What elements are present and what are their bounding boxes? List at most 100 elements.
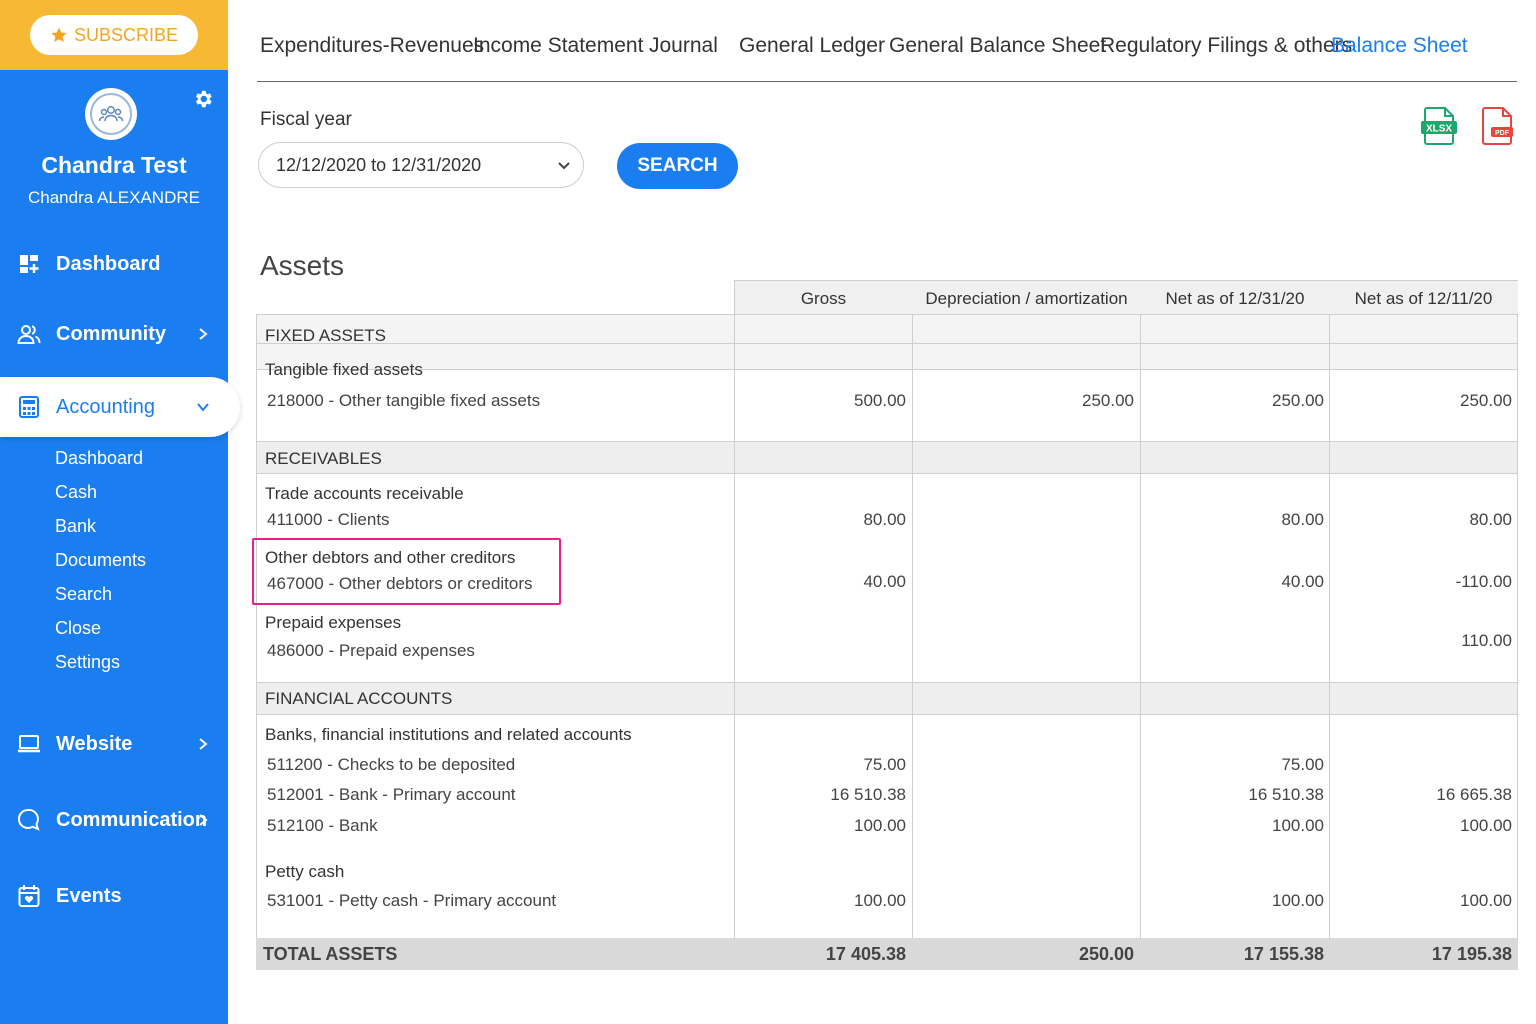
accounting-sub-close[interactable]: Close [55, 618, 101, 639]
amount-gross: 75.00 [863, 755, 906, 774]
grid-line [1329, 280, 1330, 970]
amount-net-1231: 250.00 [1272, 391, 1324, 410]
amount-gross: 40.00 [863, 572, 906, 591]
nav-dashboard[interactable]: Dashboard [0, 234, 228, 294]
dashboard-icon [17, 252, 41, 276]
amount-depreciation: 250.00 [1082, 391, 1134, 410]
nav-community-label: Community [56, 322, 166, 345]
nav-accounting[interactable]: Accounting [0, 377, 240, 437]
group-prepaid-expenses: Prepaid expenses [265, 613, 402, 632]
section-fixed-assets: FIXED ASSETS [265, 326, 386, 345]
tab-expenditures-revenues[interactable]: Expenditures-Revenues [260, 34, 484, 58]
tab-income-statement[interactable]: Income Statement [473, 34, 643, 58]
group-banks: Banks, financial institutions and relate… [265, 725, 632, 744]
nav-events-label: Events [56, 884, 122, 907]
section-receivables: RECEIVABLES [265, 449, 382, 468]
amount-gross: 500.00 [854, 391, 906, 410]
tab-regulatory-filings[interactable]: Regulatory Filings & others [1100, 34, 1352, 58]
laptop-icon [17, 732, 41, 756]
account-512001[interactable]: 512001 - Bank - Primary account [267, 785, 516, 805]
col-header-net-1231: Net as of 12/31/20 [1165, 289, 1305, 308]
grid-line [912, 280, 913, 970]
fiscal-year-select[interactable]: 12/12/2020 to 12/31/2020 [258, 142, 584, 188]
group-tangible-fixed-assets: Tangible fixed assets [265, 360, 423, 379]
profile-name: Chandra Test [41, 152, 187, 178]
profile-panel: Chandra Test Chandra ALEXANDRE [0, 70, 228, 234]
amount-net-1211: 16 665.38 [1436, 785, 1512, 804]
group-icon [98, 106, 124, 122]
amount-gross: 80.00 [863, 510, 906, 529]
accounting-sub-settings[interactable]: Settings [55, 652, 120, 673]
amount-net-1211: 110.00 [1461, 631, 1512, 650]
chevron-right-icon [199, 738, 208, 750]
tab-journal[interactable]: Journal [649, 34, 718, 58]
chevron-down-icon [197, 403, 209, 412]
accounting-sub-search[interactable]: Search [55, 584, 112, 605]
nav-website-label: Website [56, 732, 133, 755]
total-net-1211: 17 195.38 [1431, 944, 1512, 964]
fiscal-year-value: 12/12/2020 to 12/31/2020 [276, 154, 482, 175]
col-header-depreciation: Depreciation / amortization [925, 289, 1128, 308]
xlsx-export-icon[interactable]: XLSX [1421, 106, 1457, 148]
amount-net-1211: 100.00 [1460, 816, 1512, 835]
amount-net-1211: 250.00 [1460, 391, 1512, 410]
calendar-heart-icon [17, 884, 41, 908]
tab-balance-sheet[interactable]: Balance Sheet [1331, 34, 1468, 58]
total-assets-label: TOTAL ASSETS [263, 944, 398, 964]
avatar[interactable] [85, 88, 137, 140]
tab-general-balance-sheet[interactable]: General Balance Sheet [889, 34, 1106, 58]
amount-gross: 100.00 [854, 891, 906, 910]
amount-net-1231: 16 510.38 [1248, 785, 1324, 804]
amount-net-1231: 100.00 [1272, 891, 1324, 910]
chat-icon [17, 808, 41, 832]
nav-events[interactable]: Events [0, 866, 228, 926]
amount-net-1231: 100.00 [1272, 816, 1324, 835]
accounting-sub-bank[interactable]: Bank [55, 516, 96, 537]
nav-communication-label: Communication [56, 808, 208, 831]
sidebar: SUBSCRIBE Chandra Test Chandra ALEXANDRE [0, 0, 240, 1024]
nav-community[interactable]: Community [0, 304, 228, 364]
nav-communication[interactable]: Communication [0, 790, 228, 850]
grid-line [1517, 280, 1518, 970]
tab-general-ledger[interactable]: General Ledger [739, 34, 885, 58]
subscribe-button[interactable]: SUBSCRIBE [29, 15, 199, 55]
group-petty-cash: Petty cash [265, 862, 345, 881]
account-218000[interactable]: 218000 - Other tangible fixed assets [267, 391, 540, 411]
account-486000[interactable]: 486000 - Prepaid expenses [267, 641, 475, 661]
nav-website[interactable]: Website [0, 714, 228, 774]
total-depreciation: 250.00 [1078, 944, 1134, 964]
pdf-export-icon[interactable]: PDF [1479, 106, 1515, 148]
amount-net-1211: -110.00 [1455, 572, 1512, 591]
subscribe-bar: SUBSCRIBE [0, 0, 228, 70]
users-icon [17, 322, 41, 346]
calculator-icon [17, 395, 41, 419]
profile-subtitle: Chandra ALEXANDRE [28, 188, 200, 207]
account-511200[interactable]: 511200 - Checks to be deposited [267, 755, 515, 775]
chevron-down-icon [558, 162, 570, 170]
search-button[interactable]: SEARCH [617, 143, 738, 189]
grid-line [1140, 280, 1141, 970]
nav-dashboard-label: Dashboard [56, 252, 161, 275]
col-header-net-1211: Net as of 12/11/20 [1354, 289, 1493, 308]
star-icon [51, 27, 67, 43]
accounting-sub-documents[interactable]: Documents [55, 550, 146, 571]
account-512100[interactable]: 512100 - Bank [267, 816, 378, 836]
gear-icon[interactable] [192, 88, 214, 110]
accounting-sub-dashboard[interactable]: Dashboard [55, 448, 143, 469]
subscribe-label: SUBSCRIBE [73, 24, 179, 45]
chevron-right-icon [199, 814, 208, 826]
section-financial-accounts: FINANCIAL ACCOUNTS [265, 689, 453, 708]
amount-net-1211: 80.00 [1469, 510, 1512, 529]
amount-net-1231: 40.00 [1281, 572, 1324, 591]
grid-line [256, 314, 257, 970]
amount-net-1231: 75.00 [1281, 755, 1324, 774]
assets-title: Assets [260, 250, 345, 281]
accounting-sub-cash[interactable]: Cash [55, 482, 97, 503]
total-net-1231: 17 155.38 [1243, 944, 1324, 964]
amount-gross: 16 510.38 [830, 785, 906, 804]
total-assets-row: TOTAL ASSETS 17 405.38 250.00 17 155.38 … [256, 938, 1518, 970]
grid-line [734, 280, 735, 970]
highlight-box [252, 538, 561, 605]
account-411000[interactable]: 411000 - Clients [267, 510, 390, 530]
account-531001[interactable]: 531001 - Petty cash - Primary account [267, 891, 556, 911]
